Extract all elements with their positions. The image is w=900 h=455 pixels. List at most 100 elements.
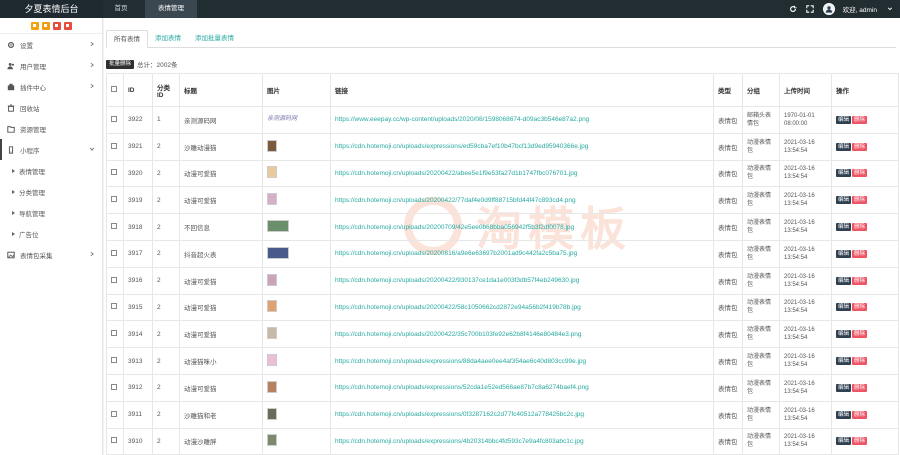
cell-link[interactable]: https://cdn.hotemoji.cn/uploads/expressi… <box>330 347 714 375</box>
user-greeting[interactable]: 欢迎, admin <box>843 4 877 14</box>
sidebar-item-plugin[interactable]: 插件中心 <box>0 76 102 97</box>
emoji-thumbnail[interactable] <box>267 273 277 286</box>
row-checkbox[interactable] <box>111 330 117 337</box>
edit-button[interactable]: 编辑 <box>836 357 852 366</box>
edit-button[interactable]: 编辑 <box>836 115 852 124</box>
col-upload-time[interactable]: 上传时间 <box>779 73 832 107</box>
batch-delete-button[interactable]: 批量删除 <box>106 59 135 69</box>
col-title[interactable]: 标题 <box>179 73 263 107</box>
col-group[interactable]: 分组 <box>742 73 780 107</box>
emoji-thumbnail[interactable] <box>267 246 289 259</box>
cell-link[interactable]: https://cdn.hotemoji.cn/uploads/20200422… <box>330 159 714 188</box>
row-checkbox[interactable] <box>111 383 117 390</box>
edit-button[interactable]: 编辑 <box>836 330 852 339</box>
delete-button[interactable]: 删除 <box>852 410 868 419</box>
col-id[interactable]: ID <box>123 73 153 107</box>
delete-button[interactable]: 删除 <box>852 142 868 151</box>
sidebar-item-gear[interactable]: 设置 <box>0 34 102 55</box>
delete-button[interactable]: 删除 <box>852 437 868 446</box>
emoji-thumbnail[interactable] <box>267 354 277 367</box>
delete-button[interactable]: 删除 <box>852 330 868 339</box>
delete-button[interactable]: 删除 <box>852 276 868 285</box>
delete-button[interactable]: 删除 <box>852 303 868 312</box>
row-checkbox[interactable] <box>111 115 117 122</box>
cell-link[interactable]: https://cdn.hotemoji.cn/uploads/20200816… <box>330 239 714 268</box>
chevron-down-icon[interactable] <box>885 5 894 14</box>
delete-button[interactable]: 删除 <box>852 223 868 232</box>
emoji-thumbnail[interactable] <box>267 380 277 393</box>
refresh-icon[interactable] <box>789 5 798 14</box>
sidebar-subitem[interactable]: 分类管理 <box>0 181 102 202</box>
fullscreen-icon[interactable] <box>806 5 815 14</box>
row-checkbox[interactable] <box>111 223 117 230</box>
row-checkbox[interactable] <box>111 249 117 256</box>
nav-home[interactable]: 首页 <box>103 0 139 18</box>
row-checkbox[interactable] <box>111 437 117 444</box>
row-checkbox[interactable] <box>111 410 117 417</box>
avatar[interactable] <box>822 3 835 15</box>
cell-link[interactable]: https://cdn.hotemoji.cn/uploads/20200422… <box>330 320 714 349</box>
edit-button[interactable]: 编辑 <box>836 437 852 446</box>
sidebar-subitem[interactable]: 导航管理 <box>0 202 102 223</box>
edit-button[interactable]: 编辑 <box>836 276 852 285</box>
cell-link[interactable]: https://cdn.hotemoji.cn/uploads/expressi… <box>330 400 714 429</box>
delete-button[interactable]: 删除 <box>852 357 868 366</box>
delete-button[interactable]: 删除 <box>852 383 868 392</box>
emoji-thumbnail[interactable] <box>267 434 277 447</box>
row-checkbox[interactable] <box>111 276 117 283</box>
delete-button[interactable]: 删除 <box>852 115 868 124</box>
emoji-thumbnail[interactable] <box>267 407 277 420</box>
emoji-thumbnail[interactable] <box>267 193 277 206</box>
row-checkbox[interactable] <box>111 196 117 203</box>
edit-button[interactable]: 编辑 <box>836 249 852 258</box>
gear-icon[interactable] <box>63 21 72 30</box>
row-checkbox[interactable] <box>111 142 117 149</box>
edit-button[interactable]: 编辑 <box>836 383 852 392</box>
row-checkbox[interactable] <box>111 357 117 364</box>
tab-all-emojis[interactable]: 所有表情 <box>106 30 148 48</box>
edit-button[interactable]: 编辑 <box>836 410 852 419</box>
home-icon[interactable] <box>30 21 39 30</box>
nav-emoji-manage[interactable]: 表情管理 <box>145 0 197 18</box>
tab-add-emoji[interactable]: 添加表情 <box>148 30 188 48</box>
col-link[interactable]: 链接 <box>330 73 714 107</box>
cell-link[interactable]: https://cdn.hotemoji.cn/uploads/expressi… <box>330 132 714 161</box>
cell-link[interactable]: https://cdn.hotemoji.cn/uploads/expressi… <box>330 373 714 402</box>
col-type[interactable]: 类型 <box>713 73 743 107</box>
delete-button[interactable]: 删除 <box>852 196 868 205</box>
emoji-thumbnail[interactable] <box>267 139 277 152</box>
edit-button[interactable]: 编辑 <box>836 142 852 151</box>
delete-button[interactable]: 删除 <box>852 249 868 258</box>
cell-link[interactable]: https://cdn.hotemoji.cn/uploads/20200709… <box>330 213 714 241</box>
sidebar-item-image[interactable]: 表情包采集 <box>0 244 102 265</box>
emoji-thumbnail[interactable] <box>267 300 277 313</box>
emoji-thumbnail[interactable] <box>267 220 289 233</box>
sidebar-item-folder[interactable]: 资源管理 <box>0 118 102 139</box>
user-icon[interactable] <box>41 21 50 30</box>
row-checkbox[interactable] <box>111 303 117 310</box>
cell-link[interactable]: https://cdn.hotemoji.cn/uploads/20200422… <box>330 186 714 215</box>
row-checkbox[interactable] <box>111 169 117 176</box>
delete-button[interactable]: 删除 <box>852 169 868 178</box>
sidebar-item-miniapp[interactable]: 小程序 <box>0 139 102 160</box>
col-image[interactable]: 图片 <box>262 73 331 107</box>
cell-link[interactable]: https://cdn.hotemoji.cn/uploads/20200422… <box>330 293 714 322</box>
sidebar-item-users[interactable]: 用户管理 <box>0 55 102 76</box>
sidebar-item-trash[interactable]: 回收站 <box>0 97 102 118</box>
edit-button[interactable]: 编辑 <box>836 169 852 178</box>
edit-button[interactable]: 编辑 <box>836 223 852 232</box>
sidebar-subitem[interactable]: 表情管理 <box>0 160 102 181</box>
edit-button[interactable]: 编辑 <box>836 303 852 312</box>
cell-link[interactable]: https://www.eeepay.cc/wp-content/uploads… <box>330 106 714 134</box>
col-category-id[interactable]: 分类ID <box>152 73 180 107</box>
sidebar-subitem[interactable]: 广告位 <box>0 223 102 244</box>
cell-link[interactable]: https://cdn.hotemoji.cn/uploads/20200422… <box>330 266 714 295</box>
trash-icon[interactable] <box>52 21 61 30</box>
emoji-thumbnail[interactable]: 亲测源码网 <box>267 115 313 124</box>
brand-logo[interactable]: 夕夏表情后台 <box>0 0 103 18</box>
emoji-thumbnail[interactable] <box>267 327 277 340</box>
cell-link[interactable]: https://cdn.hotemoji.cn/uploads/expressi… <box>330 427 714 455</box>
select-all-checkbox[interactable] <box>111 86 117 92</box>
emoji-thumbnail[interactable] <box>267 166 277 179</box>
tab-add-batch-emoji[interactable]: 添加批量表情 <box>188 30 241 48</box>
